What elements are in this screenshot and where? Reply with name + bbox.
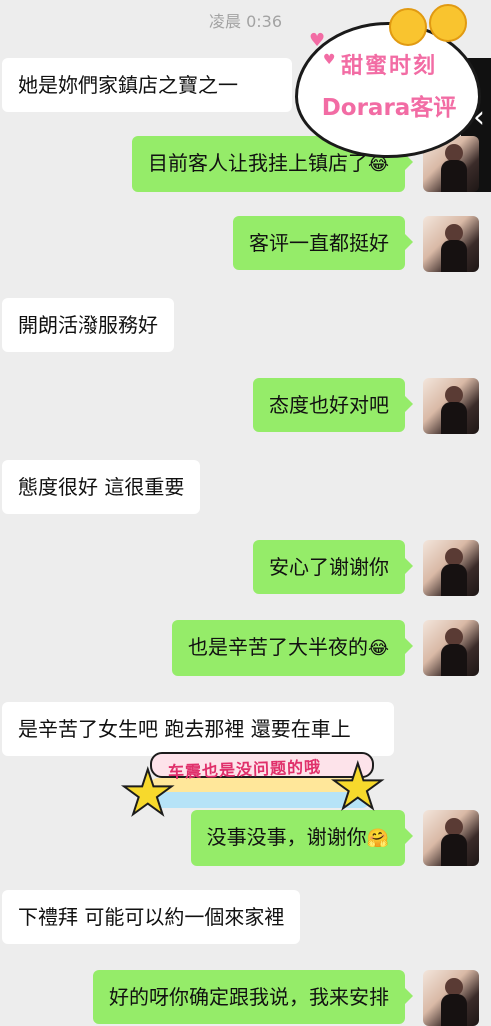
message-bubble-left[interactable]: 開朗活潑服務好 bbox=[2, 298, 174, 352]
message-bubble-right[interactable]: 客评一直都挺好 bbox=[233, 216, 413, 270]
message-text: 安心了谢谢你 bbox=[269, 555, 389, 579]
message-bubble-right[interactable]: 也是辛苦了大半夜的😂 bbox=[171, 620, 414, 676]
message-text: 她是妳們家鎮店之寶之一 bbox=[18, 73, 238, 97]
avatar[interactable] bbox=[423, 970, 479, 1026]
message-text: 目前客人让我挂上镇店了 bbox=[147, 151, 368, 175]
message-text: 態度很好 這很重要 bbox=[18, 475, 185, 499]
message-text: 下禮拜 可能可以約一個來家裡 bbox=[18, 905, 285, 929]
message-bubble-left[interactable]: 她是妳們家鎮店之寶之一 bbox=[2, 58, 292, 112]
star-icon: ★ bbox=[119, 756, 177, 829]
sticker-line-1: 甜蜜时刻 bbox=[340, 54, 437, 79]
sticker-line-2: Dorara客评 bbox=[321, 95, 457, 121]
avatar[interactable] bbox=[423, 620, 479, 676]
message-bubble-right[interactable]: 态度也好对吧 bbox=[253, 378, 413, 432]
smiley-face-icon bbox=[429, 4, 467, 42]
star-icon: ★ bbox=[329, 750, 387, 823]
message-bubble-left[interactable]: 態度很好 這很重要 bbox=[2, 460, 201, 514]
avatar[interactable] bbox=[423, 378, 479, 434]
avatar[interactable] bbox=[423, 810, 479, 866]
avatar[interactable] bbox=[423, 216, 479, 272]
message-text: 好的呀你确定跟我说，我来安排 bbox=[109, 985, 389, 1009]
message-text: 開朗活潑服務好 bbox=[18, 313, 158, 337]
sweet-moment-sticker: ♥ ♥ 甜蜜时刻 Dorara客评 bbox=[289, 4, 481, 158]
message-bubble-right[interactable]: 好的呀你确定跟我说，我来安排 bbox=[93, 970, 413, 1024]
emoji-laugh-icon: 😂 bbox=[367, 638, 389, 659]
message-bubble-left[interactable]: 下禮拜 可能可以約一個來家裡 bbox=[2, 890, 301, 944]
smiley-face-icon bbox=[389, 8, 427, 46]
avatar[interactable] bbox=[423, 540, 479, 596]
message-text: 是辛苦了女生吧 跑去那裡 還要在車上 bbox=[18, 717, 351, 741]
message-text: 态度也好对吧 bbox=[269, 393, 389, 417]
message-text: 也是辛苦了大半夜的 bbox=[187, 635, 368, 659]
rainbow-sticker: 车震也是没问题的哦 ★ ★ bbox=[119, 748, 390, 834]
message-text: 客评一直都挺好 bbox=[249, 231, 389, 255]
message-bubble-right[interactable]: 安心了谢谢你 bbox=[253, 540, 413, 594]
